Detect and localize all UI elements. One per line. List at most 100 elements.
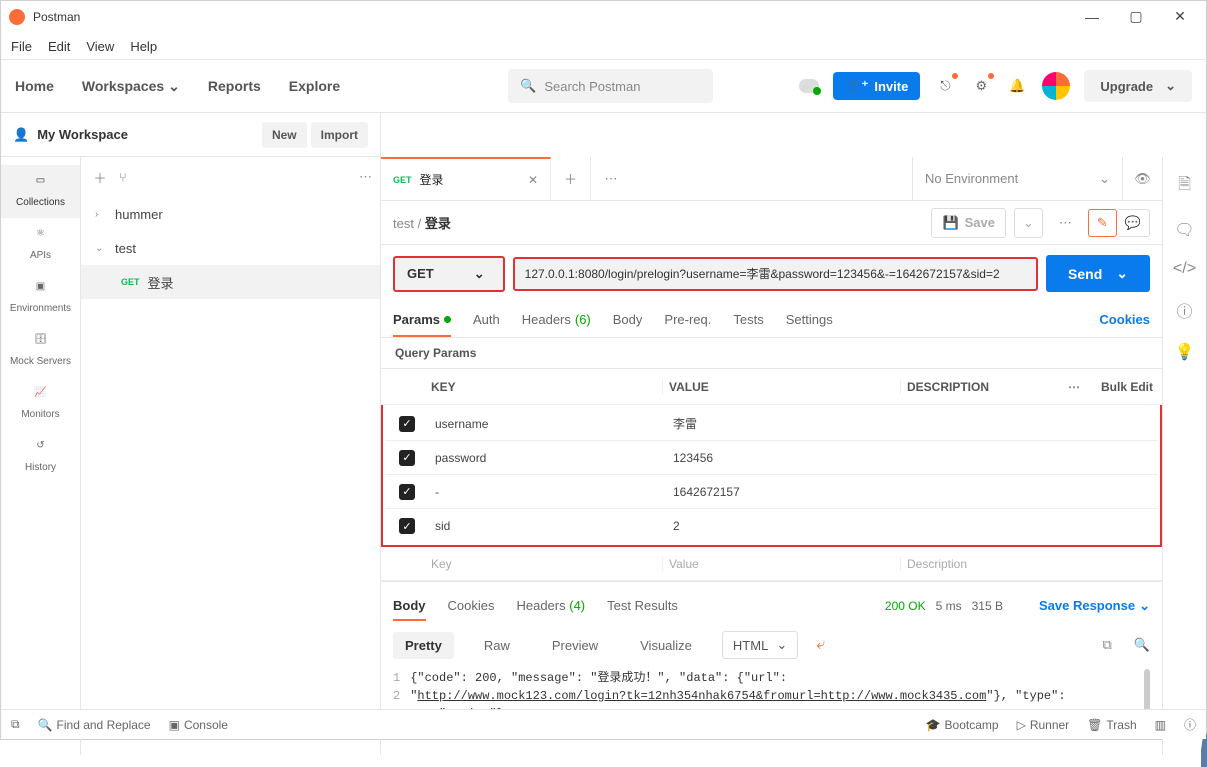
sync-icon[interactable] [799,79,819,93]
rail-environments[interactable]: ▣Environments [1,271,80,324]
layout-icon[interactable]: ▥ [1155,718,1166,732]
tab-tests[interactable]: Tests [733,302,763,337]
crumb-more-icon[interactable]: ⋯ [1051,210,1080,236]
add-collection-button[interactable]: ＋ [89,168,111,187]
method-selector[interactable]: GET⌄ [393,256,505,292]
add-tab-button[interactable]: ＋ [551,157,591,200]
tab-more-icon[interactable]: ⋯ [591,157,631,200]
resp-tab-tests[interactable]: Test Results [607,590,678,621]
qp-key[interactable]: sid [429,519,667,533]
qp-key[interactable]: password [429,451,667,465]
menu-edit[interactable]: Edit [48,39,70,54]
maximize-button[interactable]: ▢ [1126,8,1146,25]
checkbox[interactable]: ✓ [399,450,415,466]
menu-help[interactable]: Help [130,39,157,54]
close-button[interactable]: ✕ [1170,8,1190,25]
runner-button[interactable]: ▷ Runner [1017,718,1070,732]
rail-history[interactable]: ↺History [1,430,80,483]
info-icon[interactable]: ⓘ [1176,298,1192,322]
tab-auth[interactable]: Auth [473,302,500,337]
menu-file[interactable]: File [11,39,32,54]
tool-pretty[interactable]: Pretty [393,632,454,659]
save-dropdown[interactable]: ⌄ [1014,208,1043,238]
rail-collections[interactable]: ▭Collections [1,165,80,218]
qp-value[interactable]: 李雷 [667,415,905,432]
search-response-icon[interactable]: 🔍 [1134,637,1150,653]
new-button[interactable]: New [262,122,307,148]
notifications-icon[interactable]: 🔔 [1006,75,1028,97]
send-button[interactable]: Send⌄ [1046,255,1150,292]
menu-view[interactable]: View [86,39,114,54]
tab-settings[interactable]: Settings [786,302,833,337]
breadcrumb-parent[interactable]: test [393,216,414,231]
tree-folder-hummer[interactable]: ›hummer [81,197,380,231]
qp-key-placeholder[interactable]: Key [425,557,663,571]
qp-value[interactable]: 1642672157 [667,485,905,499]
code-icon[interactable]: </> [1173,260,1196,278]
tab-params[interactable]: Params [393,302,451,337]
minimize-button[interactable]: — [1082,9,1102,25]
url-input[interactable] [513,257,1038,291]
find-replace-button[interactable]: 🔍 Find and Replace [38,718,151,732]
comments-icon[interactable]: 🗨 [1174,220,1194,240]
qp-value[interactable]: 123456 [667,451,905,465]
qp-key[interactable]: username [429,417,667,431]
nav-workspaces[interactable]: Workspaces⌄ [82,78,180,95]
nav-home[interactable]: Home [15,78,54,94]
qp-value-placeholder[interactable]: Value [663,557,901,571]
comment-icon[interactable]: 💬 [1117,209,1150,237]
cookies-link[interactable]: Cookies [1099,312,1150,327]
filter-icon[interactable]: ⑂ [119,170,351,185]
tree-request-login[interactable]: GET登录 [81,265,380,299]
resp-tab-cookies[interactable]: Cookies [448,590,495,621]
scrollbar[interactable] [1144,669,1150,711]
tab-login[interactable]: GET 登录 ✕ [381,157,551,200]
rail-apis[interactable]: ⚛APIs [1,218,80,271]
env-preview-icon[interactable]: 👁 [1122,157,1162,200]
avatar[interactable] [1042,72,1070,100]
help-icon[interactable]: ⓘ [1184,716,1196,733]
wrap-icon[interactable]: ⤶ [816,636,825,654]
bootcamp-button[interactable]: 🎓 Bootcamp [926,718,999,732]
save-response-button[interactable]: Save Response⌄ [1039,598,1150,614]
edit-icon[interactable]: ✎ [1088,209,1117,237]
tree-folder-test[interactable]: ⌄test [81,231,380,265]
nav-reports[interactable]: Reports [208,78,261,94]
tab-body[interactable]: Body [613,302,643,337]
docs-icon[interactable]: 🗎 [1178,173,1191,200]
checkbox[interactable]: ✓ [399,484,415,500]
tab-close-icon[interactable]: ✕ [528,173,538,187]
tree-more-icon[interactable]: ⋯ [359,169,372,185]
tab-headers[interactable]: Headers (6) [522,302,591,337]
tool-preview[interactable]: Preview [540,632,610,659]
resp-tab-headers[interactable]: Headers (4) [516,590,585,621]
qp-more-icon[interactable]: ⋯ [1056,380,1092,394]
search-input[interactable]: 🔍 Search Postman [508,69,713,103]
bulk-edit-button[interactable]: Bulk Edit [1092,380,1162,394]
settings-icon[interactable]: ⚙ [970,75,992,97]
format-selector[interactable]: HTML⌄ [722,631,798,659]
copy-icon[interactable]: ⧉ [1103,637,1112,653]
environment-selector[interactable]: No Environment⌄ [912,157,1122,200]
qp-key[interactable]: - [429,485,667,499]
resp-tab-body[interactable]: Body [393,590,426,621]
checkbox[interactable]: ✓ [399,518,415,534]
workspace-name[interactable]: 👤My Workspace [13,127,128,143]
import-button[interactable]: Import [311,122,368,148]
capture-icon[interactable]: ⎋ [934,75,956,97]
qp-desc-placeholder[interactable]: Description [901,557,1056,571]
checkbox[interactable]: ✓ [399,416,415,432]
tool-visualize[interactable]: Visualize [628,632,704,659]
qp-value[interactable]: 2 [667,519,905,533]
rail-monitors[interactable]: 📈Monitors [1,377,80,430]
tab-prereq[interactable]: Pre-req. [664,302,711,337]
rail-mock-servers[interactable]: 🗄Mock Servers [1,324,80,377]
sidebar-toggle-icon[interactable]: ⧉ [11,717,20,732]
hints-icon[interactable]: 💡 [1175,342,1195,362]
console-button[interactable]: ▣ Console [169,718,228,732]
nav-explore[interactable]: Explore [289,78,340,94]
invite-button[interactable]: 👤⁺Invite [833,72,920,100]
upgrade-button[interactable]: Upgrade⌄ [1084,70,1192,102]
tool-raw[interactable]: Raw [472,632,522,659]
trash-button[interactable]: 🗑 Trash [1087,718,1136,732]
